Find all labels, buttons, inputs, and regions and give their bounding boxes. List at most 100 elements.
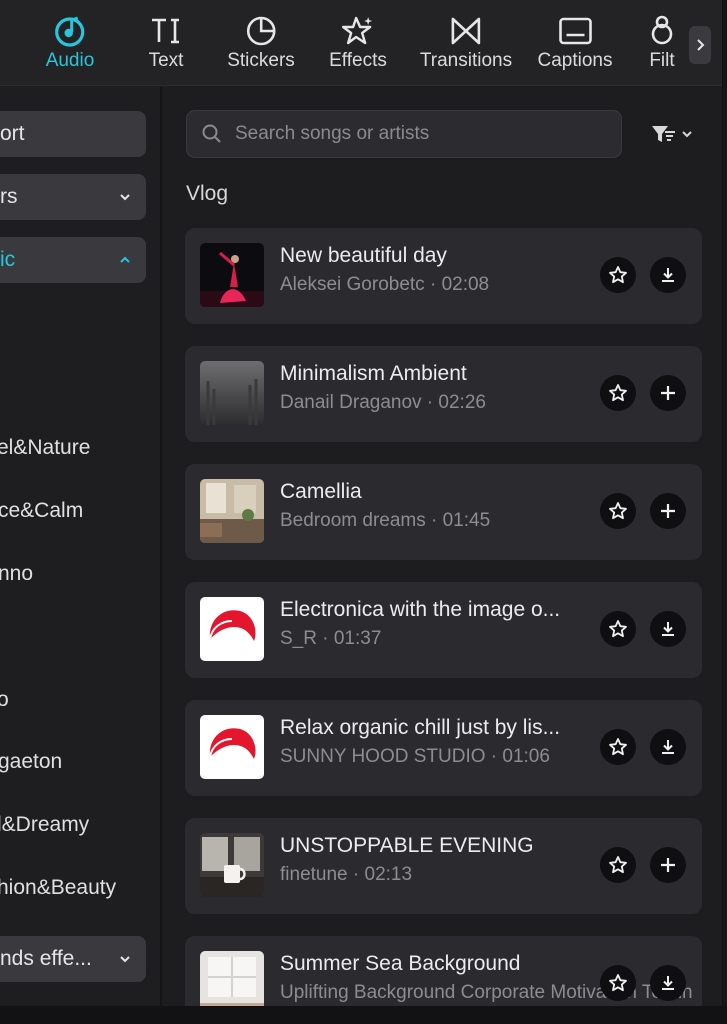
song-title: Relax organic chill just by lis... [280,716,561,739]
tab-label: Transitions [419,50,513,71]
song-thumbnail [200,243,264,307]
window-bottom-edge [0,1006,727,1024]
star-icon [609,620,627,638]
top-toolbar: Audio Text Stickers Effects Transitions [0,0,722,86]
sidebar-button-sound-effects[interactable]: nds effe... [0,936,146,982]
song-thumbnail [200,951,264,1006]
song-artist-duration: Bedroom dreams · 01:45 [280,510,491,531]
filters-icon [644,14,680,48]
download-button[interactable] [650,611,686,647]
scroll-tabs-right-button[interactable] [689,26,711,64]
sidebar-button-label: nds effe... [0,947,92,970]
favorite-button[interactable] [600,257,636,293]
song-thumbnail [200,479,264,543]
search-input[interactable] [235,123,595,145]
song-item[interactable]: Summer Sea Background Uplifting Backgrou… [185,936,702,1006]
sidebar-item[interactable]: hion&Beauty [0,875,116,901]
tab-label: Filt [649,50,675,71]
download-button[interactable] [650,729,686,765]
tab-stickers[interactable]: Stickers [227,14,295,80]
chevron-up-icon [120,256,130,263]
download-icon [662,268,674,282]
app-window: Audio Text Stickers Effects Transitions [0,0,723,1006]
favorite-button[interactable] [600,847,636,883]
song-item[interactable]: Camellia Bedroom dreams · 01:45 [185,464,702,560]
song-item[interactable]: Relax organic chill just by lis... SUNNY… [185,700,702,796]
sidebar-button-label: ic [0,248,16,271]
song-thumbnail [200,833,264,897]
section-title: Vlog [186,182,229,205]
favorite-button[interactable] [600,965,636,1001]
song-item[interactable]: UNSTOPPABLE EVENING finetune · 02:13 [185,818,702,914]
sort-filter-button[interactable] [644,117,700,151]
tab-text[interactable]: Text [148,14,184,80]
stickers-icon [243,14,279,48]
download-icon [662,622,674,636]
song-artist-duration: Uplifting Background Corporate Motivatio… [280,982,693,1003]
captions-icon [557,14,593,48]
add-icon [661,386,675,400]
song-title: Summer Sea Background [280,952,521,975]
tab-label: Captions [537,50,613,71]
song-artist-duration: S_R · 01:37 [280,628,382,649]
add-icon [661,858,675,872]
favorite-button[interactable] [600,493,636,529]
tab-filters[interactable]: Filt [644,14,680,80]
song-thumbnail [200,361,264,425]
sidebar-item[interactable]: l&Dreamy [0,812,89,838]
tab-captions[interactable]: Captions [538,14,613,80]
sidebar-button-music[interactable]: ic [0,237,146,283]
sidebar-button-collapsed[interactable]: rs [0,174,146,220]
audio-icon [52,14,88,48]
download-icon [662,740,674,754]
sidebar-button-label: ort [0,122,25,145]
song-artist-duration: Aleksei Gorobetc · 02:08 [280,274,490,295]
favorite-button[interactable] [600,729,636,765]
favorite-button[interactable] [600,611,636,647]
star-icon [609,502,627,520]
favorite-button[interactable] [600,375,636,411]
song-item[interactable]: Electronica with the image o... S_R · 01… [185,582,702,678]
tab-label: Stickers [227,50,295,71]
add-button[interactable] [650,493,686,529]
download-button[interactable] [650,965,686,1001]
sidebar-item[interactable]: o [0,687,9,713]
download-button[interactable] [650,257,686,293]
filter-icon [652,126,675,142]
star-icon [609,384,627,402]
song-title: Camellia [280,480,362,503]
text-icon [148,14,184,48]
search-box[interactable] [186,110,622,158]
song-title: Electronica with the image o... [280,598,561,621]
sidebar-item[interactable]: ce&Calm [0,498,83,524]
add-button[interactable] [650,847,686,883]
chevron-down-icon [682,131,692,138]
song-artist-duration: Danail Draganov · 02:26 [280,392,486,413]
category-sidebar: ort rs ic g y el&Nature ce&Calm nno o ga… [0,87,162,1006]
sidebar-item[interactable]: gaeton [0,749,62,775]
song-artist-duration: SUNNY HOOD STUDIO · 01:06 [280,746,550,767]
song-title: New beautiful day [280,244,447,267]
tab-transitions[interactable]: Transitions [420,14,512,80]
sidebar-button-import[interactable]: ort [0,111,146,157]
song-title: Minimalism Ambient [280,362,467,385]
star-icon [609,856,627,874]
song-item[interactable]: Minimalism Ambient Danail Draganov · 02:… [185,346,702,442]
chevron-down-icon [120,194,130,201]
tab-audio[interactable]: Audio [46,14,94,80]
song-thumbnail [200,597,264,661]
effects-icon [340,14,376,48]
song-item[interactable]: New beautiful day Aleksei Gorobetc · 02:… [185,228,702,324]
chevron-right-icon [697,39,705,51]
sidebar-item[interactable]: el&Nature [0,435,90,461]
star-icon [609,266,627,284]
chevron-down-icon [120,956,130,963]
song-artist-duration: finetune · 02:13 [280,864,413,885]
song-title: UNSTOPPABLE EVENING [280,834,534,857]
tab-label: Text [148,50,184,71]
add-button[interactable] [650,375,686,411]
tab-label: Effects [329,50,387,71]
music-library: Vlog New beautiful day Aleksei Gorobetc … [164,87,722,1006]
sidebar-item[interactable]: nno [0,561,33,587]
tab-effects[interactable]: Effects [329,14,387,80]
